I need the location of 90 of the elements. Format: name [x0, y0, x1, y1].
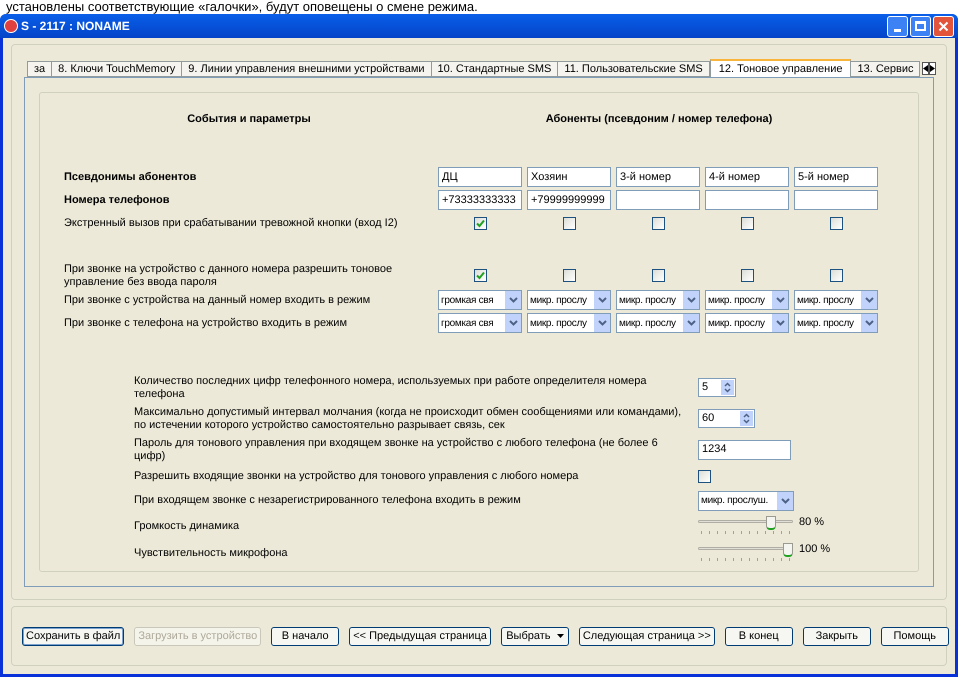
dropdown[interactable]: микр. прослуш. — [698, 490, 794, 510]
dropdown[interactable]: микр. прослу — [794, 313, 878, 333]
button[interactable]: Следующая страница >> — [578, 626, 715, 646]
caret-icon — [556, 634, 564, 638]
input-field[interactable]: 3-й номер — [616, 167, 700, 187]
row-label: При звонке на устройство с данного номера разрешить тоновое управление без ввода пароля — [64, 262, 394, 288]
button[interactable]: Выбрать — [500, 626, 569, 646]
chevron-down-icon — [777, 492, 793, 510]
input-field[interactable]: Хозяин — [527, 167, 611, 187]
slider-reading: 100 % — [799, 542, 830, 556]
input-field[interactable] — [794, 190, 878, 210]
input-field[interactable]: 5-й номер — [794, 167, 878, 187]
spin-arrows-icon[interactable] — [721, 380, 734, 395]
spin-arrows-icon[interactable] — [740, 411, 753, 426]
checkbox[interactable] — [562, 216, 576, 230]
checkbox[interactable] — [740, 269, 754, 282]
tab[interactable]: 8. Ключи TouchMemory — [51, 61, 182, 77]
button[interactable]: Закрыть — [802, 626, 871, 646]
checkbox[interactable] — [830, 269, 842, 282]
column-header: События и параметры — [186, 112, 312, 127]
checkbox[interactable] — [830, 216, 842, 230]
button[interactable]: Помощь — [880, 626, 949, 646]
chevron-down-icon — [594, 314, 610, 332]
dropdown[interactable]: громкая свя — [438, 313, 522, 333]
row-label: При звонке с телефона на устройство входить в режим — [64, 316, 348, 330]
dropdown[interactable]: микр. прослу — [794, 290, 878, 310]
input-field[interactable]: ДЦ — [438, 167, 522, 187]
dropdown[interactable]: громкая свя — [438, 290, 522, 310]
checkbox[interactable] — [698, 470, 711, 483]
chevron-down-icon — [772, 291, 788, 309]
chevron-down-icon — [772, 314, 788, 332]
button[interactable]: << Предыдущая страница — [349, 626, 491, 646]
input-field[interactable]: 4-й номер — [705, 167, 789, 187]
dropdown[interactable]: микр. прослу — [705, 290, 789, 310]
button[interactable]: В начало — [271, 626, 340, 646]
close-icon — [938, 20, 949, 32]
slider-thumb[interactable] — [766, 516, 776, 530]
close-button[interactable] — [933, 16, 954, 36]
row-label: Экстренный вызов при срабатывании тревожной кнопки (вход I2) — [64, 216, 398, 230]
slider-reading: 80 % — [799, 516, 824, 528]
chevron-down-icon — [594, 291, 610, 309]
dropdown[interactable]: микр. прослу — [527, 313, 611, 333]
tab[interactable]: 10. Стандартные SMS — [430, 61, 558, 77]
checkbox[interactable] — [652, 216, 664, 230]
tab[interactable]: 9. Линии управления внешними устройствами — [181, 61, 432, 77]
chevron-down-icon — [683, 291, 699, 309]
input-field[interactable]: 1234 — [698, 440, 791, 460]
row-label: Псевдонимы абонентов — [64, 170, 198, 184]
chevron-down-icon — [505, 314, 521, 332]
row-label: При звонке с устройства на данный номер входить в режим — [64, 294, 372, 306]
checkbox[interactable] — [740, 216, 754, 230]
checkbox[interactable] — [474, 216, 486, 230]
tab[interactable]: за — [27, 61, 52, 77]
app-icon — [4, 19, 18, 33]
dropdown[interactable]: микр. прослу — [705, 313, 789, 333]
dropdown[interactable]: микр. прослу — [616, 313, 700, 333]
button[interactable]: Сохранить в файл — [22, 626, 124, 646]
row-label: Номера телефонов — [64, 194, 170, 206]
tab[interactable]: 13. Сервис — [850, 61, 920, 77]
maximize-button[interactable] — [910, 16, 931, 36]
chevron-down-icon — [683, 314, 699, 332]
setting-label: Максимально допустимый интервал молчания (когда не происходит обмен сообщениями или командами), по истечении которого устройство самостоятельно разрывает связь, сек — [134, 406, 682, 432]
tab[interactable]: 11. Пользовательские SMS — [557, 61, 710, 77]
chevron-down-icon — [861, 291, 877, 309]
input-field[interactable]: +73333333333 — [438, 190, 522, 210]
input-field[interactable] — [616, 190, 700, 210]
setting-label: При входящем звонке с незарегистрированного телефона входить в режим — [134, 494, 522, 507]
setting-label: Громкость динамика — [134, 520, 240, 533]
minimize-button[interactable] — [887, 16, 908, 36]
tab[interactable]: 12. Тоновое управление — [710, 59, 852, 77]
chevron-down-icon — [505, 291, 521, 309]
spin-field[interactable]: 5 — [698, 378, 736, 397]
spin-field[interactable]: 60 — [698, 409, 755, 428]
button[interactable]: В конец — [724, 626, 793, 646]
column-header: Абоненты (псевдоним / номер телефона) — [544, 112, 774, 127]
checkbox[interactable] — [652, 269, 664, 282]
background-text: установлены соответствующие «галочки», будут оповещены о смене режима. — [5, 0, 479, 14]
input-field[interactable] — [705, 190, 789, 210]
chevron-down-icon — [861, 314, 877, 332]
setting-label: Чувствительность микрофона — [134, 547, 289, 560]
setting-label: Количество последних цифр телефонного номера, используемых при работе определителя номера телефона — [134, 374, 648, 400]
setting-label: Пароль для тонового управления при входящем звонке на устройство с любого телефона (не более 6 цифр) — [134, 436, 659, 462]
dropdown[interactable]: микр. прослу — [616, 290, 700, 310]
checkbox[interactable] — [562, 269, 576, 282]
slider-thumb[interactable] — [783, 542, 793, 556]
dropdown[interactable]: микр. прослу — [527, 290, 611, 310]
input-field[interactable]: +79999999999 — [527, 190, 611, 210]
window-title: S - 2117 : NONAME — [21, 18, 131, 35]
checkbox[interactable] — [474, 269, 486, 282]
setting-label: Разрешить входящие звонки на устройство для тонового управления с любого номера — [134, 470, 580, 483]
